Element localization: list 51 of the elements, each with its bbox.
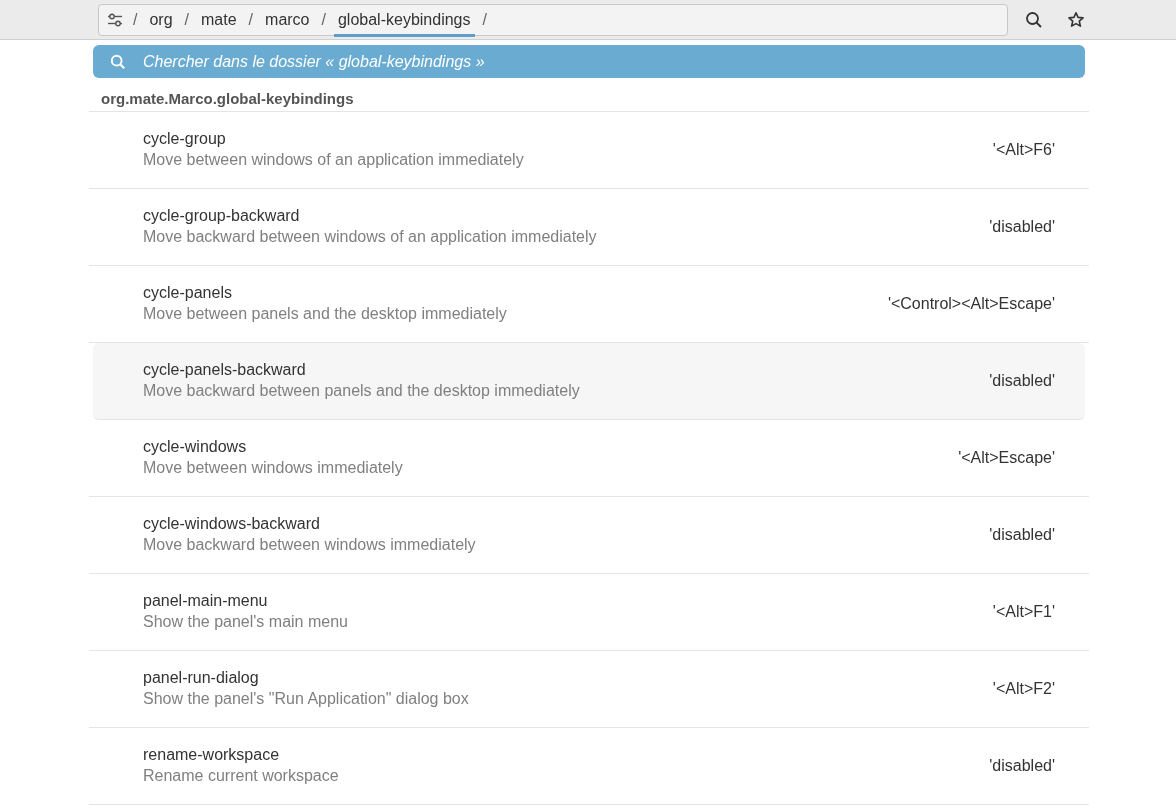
key-name: cycle-windows-backward	[143, 514, 321, 533]
path-separator: /	[320, 10, 327, 29]
path-bar[interactable]: / org / mate / marco / global-keybindings /	[98, 3, 1008, 36]
path-separator: /	[481, 10, 488, 29]
key-name: panel-main-menu	[143, 591, 269, 610]
path-separator: /	[247, 10, 255, 29]
key-name: rename-workspace	[143, 745, 281, 764]
key-description: Move between panels and the desktop immediately	[143, 304, 508, 323]
path-separator: /	[183, 10, 191, 29]
key-description: Move backward between windows immediately	[143, 535, 477, 554]
key-value: '<Alt>F2'	[992, 680, 1055, 698]
key-row[interactable]: cycle-group-backward Move backward between windows of an application immediately 'disabled'	[89, 189, 1089, 266]
search-field[interactable]: Chercher dans le dossier « global-keybindings »	[93, 45, 1085, 78]
search-icon	[110, 54, 126, 70]
key-description: Move between windows of an application immediately	[143, 150, 525, 169]
key-row[interactable]: cycle-windows-backward Move backward between windows immediately 'disabled'	[89, 497, 1089, 574]
schema-title: org.mate.Marco.global-keybindings	[89, 78, 1089, 112]
path-crumb[interactable]: org	[145, 5, 177, 37]
path-separator: /	[132, 10, 139, 29]
search-icon	[1025, 10, 1043, 29]
star-icon	[1067, 10, 1085, 29]
key-row[interactable]: cycle-panels-backward Move backward between panels and the desktop immediately 'disabled'	[93, 343, 1085, 420]
key-row[interactable]: rename-workspace Rename current workspace 'disabled'	[89, 728, 1089, 805]
key-value: 'disabled'	[989, 526, 1055, 544]
key-row[interactable]: cycle-windows Move between windows immediately '<Alt>Escape'	[89, 420, 1089, 497]
path-crumb[interactable]: global-keybindings	[333, 5, 475, 37]
path-crumb[interactable]: marco	[261, 5, 314, 37]
settings-icon	[107, 11, 123, 28]
key-row[interactable]: cycle-group Move between windows of an application immediately '<Alt>F6'	[89, 112, 1089, 189]
key-description: Rename current workspace	[143, 766, 340, 785]
key-value: 'disabled'	[989, 757, 1055, 775]
key-name: cycle-panels-backward	[143, 360, 307, 379]
key-value: '<Control><Alt>Escape'	[887, 295, 1055, 313]
key-row[interactable]: panel-main-menu Show the panel's main menu '<Alt>F1'	[89, 574, 1089, 651]
key-description: Move backward between panels and the desktop immediately	[143, 381, 581, 400]
key-value: 'disabled'	[989, 218, 1055, 236]
key-name: cycle-panels	[143, 283, 233, 302]
key-description: Move between windows immediately	[143, 458, 404, 477]
key-value: '<Alt>F6'	[992, 141, 1055, 159]
key-name: panel-run-dialog	[143, 668, 260, 687]
key-description: Show the panel's main menu	[143, 612, 349, 631]
key-row[interactable]: panel-run-dialog Show the panel's "Run Application" dialog box '<Alt>F2'	[89, 651, 1089, 728]
key-name: cycle-group	[143, 129, 227, 148]
key-name: cycle-group-backward	[143, 206, 301, 225]
key-value: '<Alt>F1'	[992, 603, 1055, 621]
key-name: cycle-windows	[143, 437, 248, 456]
key-description: Show the panel's "Run Application" dialog box	[143, 689, 470, 708]
key-value: 'disabled'	[989, 372, 1055, 390]
path-crumb[interactable]: mate	[197, 5, 241, 37]
key-description: Move backward between windows of an application immediately	[143, 227, 598, 246]
key-value: '<Alt>Escape'	[958, 449, 1055, 467]
